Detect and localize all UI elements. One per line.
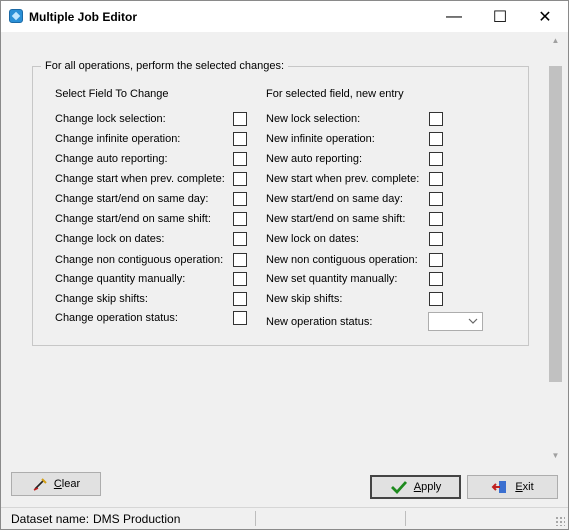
select-field-label: Change infinite operation: <box>55 133 181 145</box>
title-bar: Multiple Job Editor — ☐ ✕ <box>1 1 568 32</box>
new-entry-checkbox[interactable] <box>429 132 443 146</box>
select-field-checkbox[interactable] <box>233 212 247 226</box>
new-entry-checkbox[interactable] <box>429 152 443 166</box>
minimize-button[interactable]: — <box>431 1 477 32</box>
select-field-label: Change start when prev. complete: <box>55 173 225 185</box>
app-diamond-icon <box>9 9 23 23</box>
new-entry-checkbox[interactable] <box>429 232 443 246</box>
clear-button[interactable]: Clear <box>11 472 101 496</box>
multiple-job-editor-window: Multiple Job Editor — ☐ ✕ For all operat… <box>0 0 569 530</box>
status-divider <box>255 511 256 526</box>
status-bar: Dataset name: DMS Production <box>1 507 568 529</box>
eraser-icon <box>33 478 47 491</box>
new-entry-checkbox[interactable] <box>429 253 443 267</box>
apply-button[interactable]: Apply <box>370 475 461 499</box>
right-column-header: For selected field, new entry <box>266 88 404 100</box>
new-entry-label: New operation status: <box>266 316 373 328</box>
dataset-name-value: DMS Production <box>93 512 181 526</box>
exit-label: Exit <box>515 481 534 493</box>
select-field-checkbox[interactable] <box>233 232 247 246</box>
new-entry-checkbox[interactable] <box>429 292 443 306</box>
select-field-label: Change lock selection: <box>55 113 166 125</box>
resize-grip-icon[interactable] <box>555 516 565 526</box>
new-entry-checkbox[interactable] <box>429 212 443 226</box>
new-entry-checkbox[interactable] <box>429 112 443 126</box>
new-entry-checkbox[interactable] <box>429 192 443 206</box>
scroll-down-arrow-icon[interactable]: ▼ <box>547 447 564 464</box>
vertical-scrollbar[interactable]: ▲ ▼ <box>547 32 564 464</box>
new-entry-label: New start/end on same day: <box>266 193 403 205</box>
select-field-checkbox[interactable] <box>233 292 247 306</box>
select-field-label: Change quantity manually: <box>55 273 186 285</box>
scroll-up-arrow-icon[interactable]: ▲ <box>547 32 564 49</box>
exit-button[interactable]: Exit <box>467 475 558 499</box>
new-entry-label: New start when prev. complete: <box>266 173 420 185</box>
select-field-checkbox[interactable] <box>233 152 247 166</box>
left-column-header: Select Field To Change <box>55 88 169 100</box>
select-field-checkbox[interactable] <box>233 253 247 267</box>
editor-panel: For all operations, perform the selected… <box>9 32 547 464</box>
status-divider <box>405 511 406 526</box>
chevron-down-icon <box>468 318 478 324</box>
select-field-checkbox[interactable] <box>233 132 247 146</box>
new-entry-checkbox[interactable] <box>429 272 443 286</box>
operation-status-dropdown[interactable] <box>428 312 483 331</box>
select-field-label: Change auto reporting: <box>55 153 168 165</box>
select-field-label: Change start/end on same day: <box>55 193 209 205</box>
new-entry-label: New lock selection: <box>266 113 361 125</box>
new-entry-label: New infinite operation: <box>266 133 375 145</box>
new-entry-label: New skip shifts: <box>266 293 343 305</box>
checkmark-icon <box>390 481 407 495</box>
window-title: Multiple Job Editor <box>29 10 137 24</box>
new-entry-label: New lock on dates: <box>266 233 359 245</box>
select-field-label: Change lock on dates: <box>55 233 165 245</box>
new-entry-label: New auto reporting: <box>266 153 362 165</box>
dataset-name-label: Dataset name: <box>11 512 90 526</box>
select-field-label: Change non contiguous operation: <box>55 254 224 266</box>
select-field-checkbox[interactable] <box>233 311 247 325</box>
select-field-label: Change skip shifts: <box>55 293 148 305</box>
maximize-button[interactable]: ☐ <box>477 1 523 32</box>
scrollbar-thumb[interactable] <box>549 66 562 382</box>
new-entry-checkbox[interactable] <box>429 172 443 186</box>
group-legend: For all operations, perform the selected… <box>41 60 289 72</box>
new-entry-label: New set quantity manually: <box>266 273 398 285</box>
select-field-label: Change operation status: <box>55 312 178 324</box>
new-entry-label: New non contiguous operation: <box>266 254 418 266</box>
select-field-checkbox[interactable] <box>233 112 247 126</box>
exit-door-icon <box>491 481 507 493</box>
apply-label: Apply <box>413 481 442 493</box>
select-field-checkbox[interactable] <box>233 172 247 186</box>
select-field-checkbox[interactable] <box>233 272 247 286</box>
select-field-checkbox[interactable] <box>233 192 247 206</box>
clear-label: Clear <box>53 478 81 490</box>
close-button[interactable]: ✕ <box>522 1 568 32</box>
select-field-label: Change start/end on same shift: <box>55 213 211 225</box>
new-entry-label: New start/end on same shift: <box>266 213 406 225</box>
